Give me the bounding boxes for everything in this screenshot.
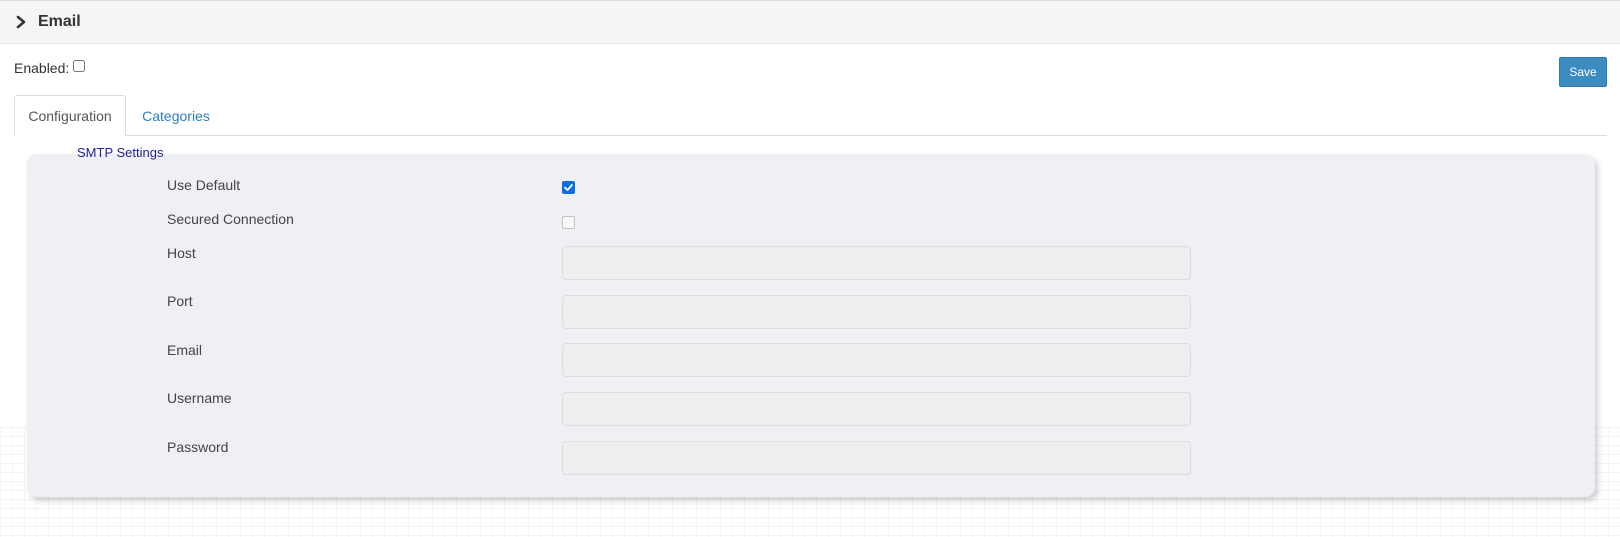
chevron-right-icon[interactable] xyxy=(10,11,32,33)
username-label: Username xyxy=(167,390,232,406)
panel-header[interactable]: Email xyxy=(0,0,1620,44)
enabled-row: Enabled: xyxy=(14,60,86,76)
email-label: Email xyxy=(167,342,203,358)
save-button[interactable]: Save xyxy=(1559,57,1607,87)
host-label: Host xyxy=(167,245,196,261)
checkbox-checked-icon xyxy=(562,181,575,194)
enabled-checkbox[interactable] xyxy=(73,60,86,72)
password-label: Password xyxy=(167,439,229,455)
tab-configuration[interactable]: Configuration xyxy=(14,95,126,136)
secured-connection-checkbox[interactable] xyxy=(562,216,575,229)
port-label: Port xyxy=(167,293,193,309)
port-input[interactable] xyxy=(562,295,1191,329)
email-settings-page: Email Enabled: Save Configuration Catego… xyxy=(0,0,1620,537)
use-default-checkbox[interactable] xyxy=(562,181,575,194)
secured-connection-label: Secured Connection xyxy=(167,211,294,227)
email-input[interactable] xyxy=(562,343,1191,377)
username-input[interactable] xyxy=(562,392,1191,426)
enabled-label: Enabled: xyxy=(14,60,70,76)
tab-categories[interactable]: Categories xyxy=(126,95,226,136)
checkbox-empty-icon xyxy=(562,216,575,229)
tab-bar: Configuration Categories xyxy=(14,95,1607,136)
password-input[interactable] xyxy=(562,441,1191,475)
panel-title: Email xyxy=(38,13,81,30)
smtp-section-title: SMTP Settings xyxy=(77,145,164,160)
use-default-label: Use Default xyxy=(167,177,241,193)
host-input[interactable] xyxy=(562,246,1191,280)
